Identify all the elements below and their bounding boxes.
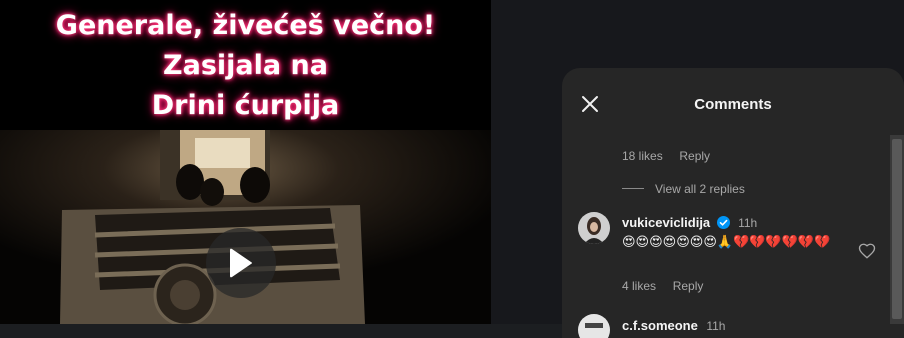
- avatar[interactable]: [578, 314, 610, 338]
- replies-divider: [622, 188, 644, 189]
- comment-username[interactable]: c.f.someone: [622, 318, 698, 333]
- verified-badge-icon: [716, 216, 730, 229]
- like-button[interactable]: [858, 242, 876, 260]
- comments-panel: Comments 18 likes Reply View all 2 repli…: [562, 68, 904, 338]
- video-caption: Generale, živećeš večno! Zasijala na Dri…: [0, 0, 491, 130]
- scrollbar[interactable]: [890, 135, 904, 324]
- prev-comment-reply-button[interactable]: Reply: [679, 149, 710, 163]
- avatar[interactable]: [578, 212, 610, 244]
- caption-line-1: Generale, živećeš večno! Zasijala na: [55, 10, 436, 81]
- comment-header: c.f.someone 11h: [622, 317, 725, 335]
- prev-comment-meta: 18 likes Reply: [622, 149, 710, 163]
- avatar-image: [578, 212, 610, 244]
- avatar-image: [578, 314, 610, 338]
- comment-time: 11h: [738, 216, 758, 230]
- comment-username[interactable]: vukiceviclidija: [622, 215, 710, 230]
- comment-reply-button[interactable]: Reply: [673, 279, 704, 293]
- comment-meta: 4 likes Reply: [622, 279, 703, 293]
- view-replies-button[interactable]: View all 2 replies: [655, 182, 745, 196]
- caption-line-2: Drini ćurpija: [151, 90, 340, 121]
- comment-text: 😍😍😍😍😍😍😍🙏💔💔💔💔💔💔: [622, 235, 831, 250]
- scrollbar-thumb[interactable]: [892, 139, 902, 319]
- panel-title: Comments: [694, 96, 772, 113]
- comment-header: vukiceviclidija 11h: [622, 214, 757, 232]
- play-button[interactable]: [206, 228, 276, 298]
- comment-likes[interactable]: 4 likes: [622, 279, 656, 293]
- prev-comment-likes[interactable]: 18 likes: [622, 149, 663, 163]
- play-icon: [230, 248, 252, 278]
- comment-time: 11h: [706, 319, 726, 333]
- heart-icon: [858, 243, 876, 259]
